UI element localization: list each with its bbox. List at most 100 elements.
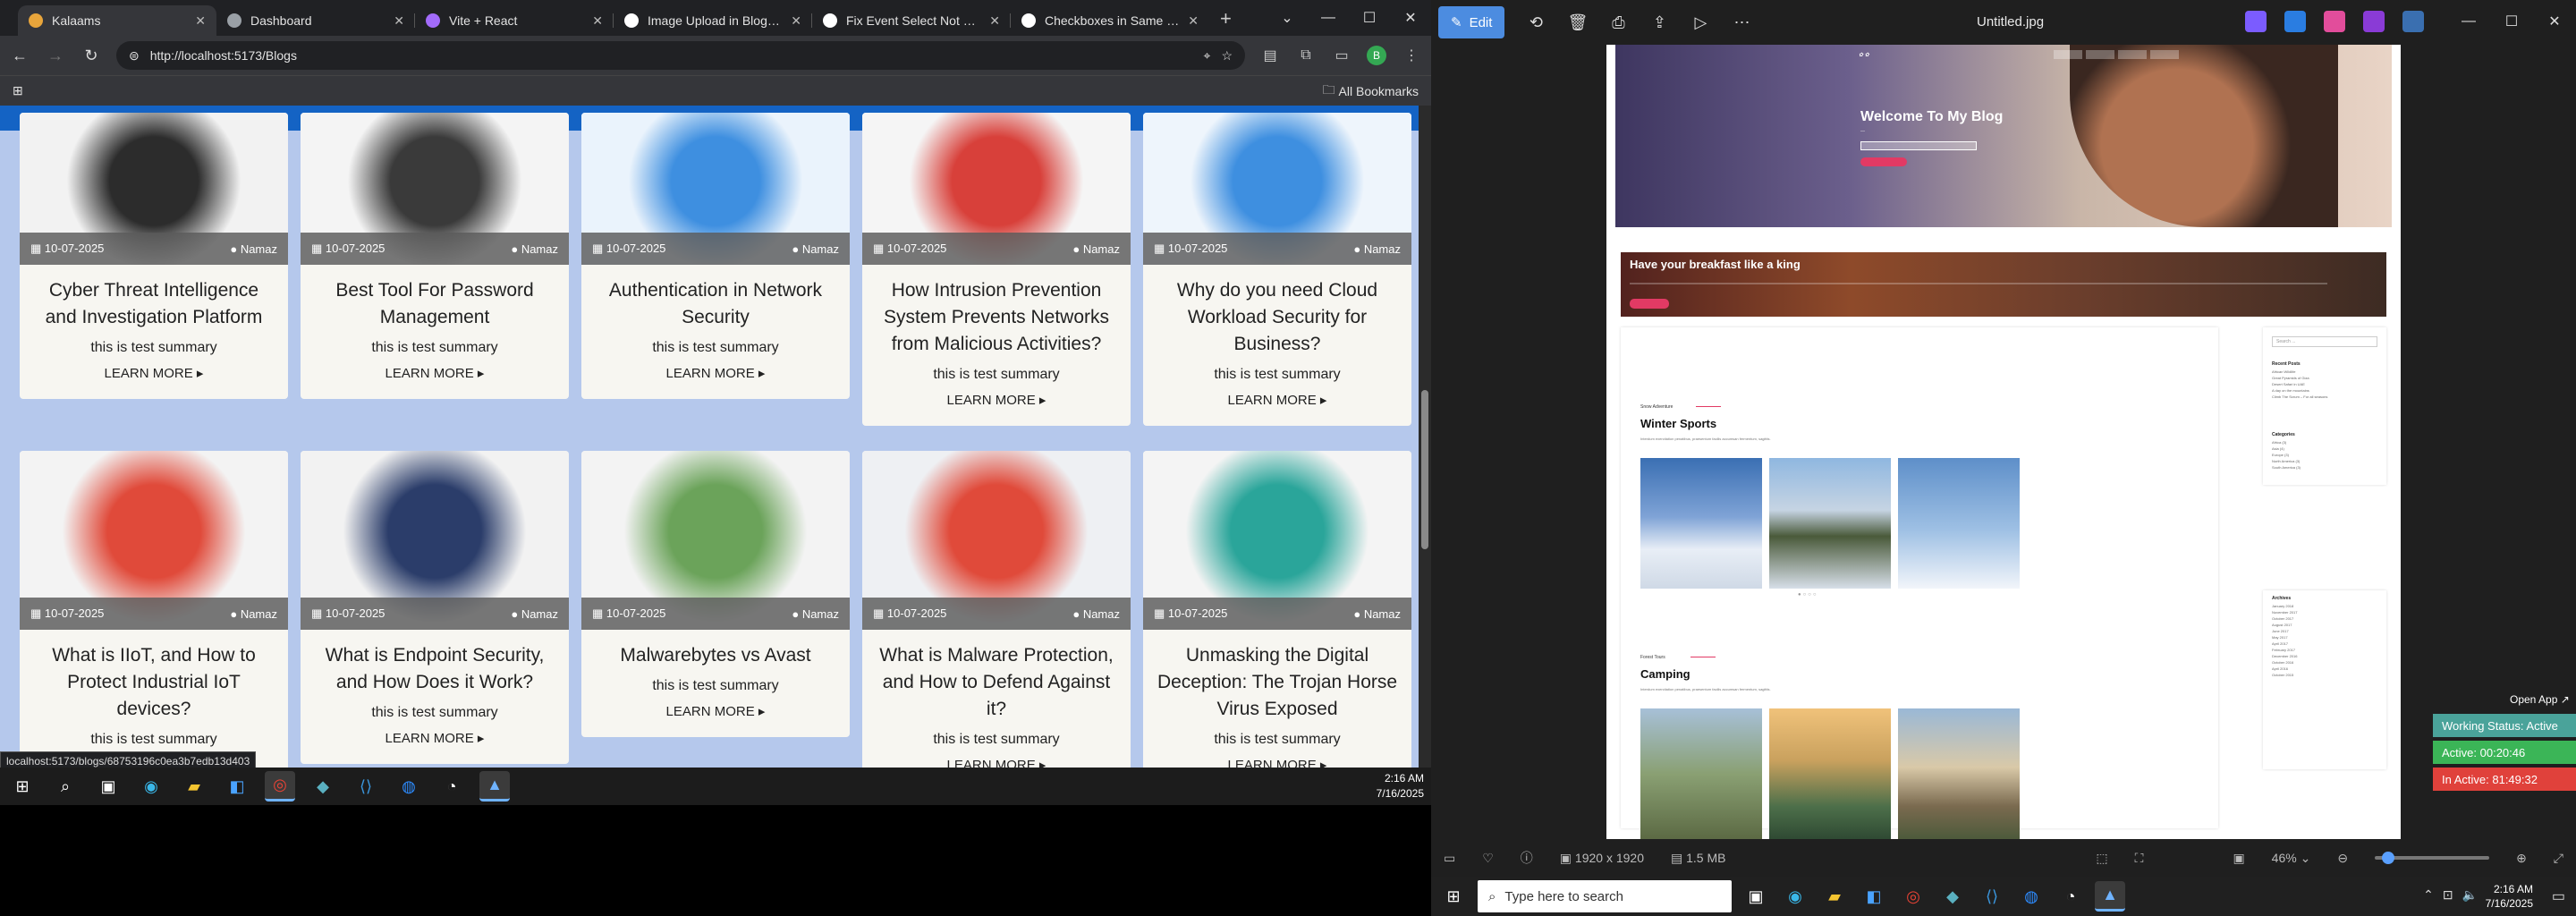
blog-card-title[interactable]: What is Endpoint Security, and How Does … — [301, 642, 569, 696]
photos-app-icon[interactable]: ▲ — [479, 771, 510, 802]
rotate-icon[interactable]: ⟲ — [1526, 13, 1546, 32]
crop-frame-icon[interactable]: ⬚ — [2096, 851, 2107, 866]
bookmark-star-icon[interactable]: ☆ — [1221, 48, 1233, 64]
chrome-icon[interactable]: ◎ — [265, 771, 295, 802]
blog-card[interactable]: ▦ 10-07-2025 ● Namaz Why do you need Cloud… — [1143, 113, 1411, 426]
file-explorer-icon[interactable]: ▰ — [179, 771, 209, 802]
learn-more-link[interactable]: LEARN MORE ▸ — [301, 365, 569, 381]
all-bookmarks-link[interactable]: All Bookmarks — [1339, 84, 1419, 98]
favorite-heart-icon[interactable]: ♡ — [1482, 851, 1494, 866]
windows-start-icon[interactable]: ⊞ — [7, 771, 38, 802]
tab-image-upload[interactable]: Image Upload in Blog Editor✕ — [614, 5, 812, 36]
tab-fix-event[interactable]: Fix Event Select Not Working✕ — [812, 5, 1011, 36]
edge-icon[interactable]: ◉ — [1780, 881, 1810, 912]
close-tab-icon[interactable]: ✕ — [791, 13, 801, 29]
zoom-slider[interactable] — [2375, 852, 2490, 864]
close-tab-icon[interactable]: ✕ — [592, 13, 603, 29]
share-icon[interactable]: ⇪ — [1649, 13, 1669, 32]
actual-size-icon[interactable]: ▣ — [2233, 851, 2244, 866]
clock-app-icon[interactable]: ◔ — [436, 771, 467, 802]
store-icon[interactable]: ◧ — [1859, 881, 1889, 912]
forward-icon[interactable]: → — [45, 47, 66, 65]
designer-icon[interactable] — [2284, 11, 2306, 32]
profile-avatar[interactable]: B — [1367, 46, 1386, 65]
notifications-icon[interactable]: ▭ — [2552, 887, 2565, 905]
taskbar-clock[interactable]: 2:16 AM 7/16/2025 — [1377, 771, 1424, 802]
delete-icon[interactable]: 🗑 — [1567, 13, 1588, 32]
vpn-icon[interactable]: ◆ — [1937, 881, 1968, 912]
sidebar-icon[interactable]: ▭ — [1331, 47, 1352, 64]
new-tab-icon[interactable]: + — [1220, 7, 1232, 30]
close-tab-icon[interactable]: ✕ — [394, 13, 404, 29]
blog-card[interactable]: ▦ 10-07-2025 ● Namaz Best Tool For Passwor… — [301, 113, 569, 399]
tab-vite-react[interactable]: Vite + React ✕ — [415, 5, 614, 36]
zoom-out-icon[interactable]: ⊖ — [2337, 851, 2348, 866]
vscode-icon[interactable]: ⟨⟩ — [351, 771, 381, 802]
close-tab-icon[interactable]: ✕ — [989, 13, 1000, 29]
onedrive-icon[interactable] — [2402, 11, 2424, 32]
fullscreen-icon[interactable]: ⤢ — [2554, 851, 2563, 866]
open-app-link[interactable]: Open App ↗ — [2504, 691, 2575, 708]
zoom-in-icon[interactable]: ⊕ — [2516, 851, 2527, 866]
extensions-puzzle-icon[interactable]: ⧉ — [1295, 47, 1317, 64]
photos-app-icon[interactable]: ▲ — [2095, 881, 2125, 912]
close-window-icon[interactable]: ✕ — [1390, 0, 1431, 36]
blog-card[interactable]: ▦ 10-07-2025 ● Namaz Authentication in Net… — [581, 113, 850, 399]
print-icon[interactable]: ⎙ — [1608, 13, 1628, 32]
zoom-slider-thumb[interactable] — [2382, 852, 2395, 864]
zoom-app-icon[interactable]: ◍ — [2016, 881, 2046, 912]
blog-card-title[interactable]: Unmasking the Digital Deception: The Tro… — [1143, 642, 1411, 723]
extension-icon[interactable]: ▤ — [1259, 47, 1281, 64]
page-scrollbar[interactable] — [1419, 106, 1431, 768]
location-icon[interactable]: ⌖ — [1204, 48, 1211, 64]
photo-editor-icon[interactable] — [2363, 11, 2385, 32]
apps-grid-icon[interactable]: ⊞ — [13, 83, 23, 98]
vpn-icon[interactable]: ◆ — [308, 771, 338, 802]
tab-dashboard[interactable]: Dashboard ✕ — [216, 5, 415, 36]
blog-card-image[interactable]: ▦ 10-07-2025 ● Namaz — [862, 113, 1131, 265]
windows-start-icon[interactable]: ⊞ — [1438, 881, 1469, 912]
tray-chevron-icon[interactable]: ⌃ — [2423, 887, 2434, 903]
blog-card-image[interactable]: ▦ 10-07-2025 ● Namaz — [20, 451, 288, 630]
blog-card-title[interactable]: What is Malware Protection, and How to D… — [862, 642, 1131, 723]
task-view-icon[interactable]: ▣ — [1741, 881, 1771, 912]
minimize-icon[interactable]: — — [2447, 0, 2490, 43]
store-icon[interactable]: ◧ — [222, 771, 252, 802]
maximize-icon[interactable]: ☐ — [2490, 0, 2533, 43]
reload-icon[interactable]: ↻ — [80, 47, 102, 65]
close-window-icon[interactable]: ✕ — [2533, 0, 2576, 43]
learn-more-link[interactable]: LEARN MORE ▸ — [1143, 392, 1411, 408]
blog-card-title[interactable]: Authentication in Network Security — [581, 277, 850, 331]
maximize-icon[interactable]: ☐ — [1349, 0, 1390, 36]
blog-card-image[interactable]: ▦ 10-07-2025 ● Namaz — [301, 451, 569, 630]
menu-kebab-icon[interactable]: ⋮ — [1401, 47, 1422, 64]
blog-card-image[interactable]: ▦ 10-07-2025 ● Namaz — [581, 451, 850, 630]
volume-icon[interactable]: 🔈 — [2462, 887, 2478, 903]
tab-search-icon[interactable]: ⌄ — [1267, 0, 1308, 36]
clock-app-icon[interactable]: ◔ — [2055, 881, 2086, 912]
blog-card-image[interactable]: ▦ 10-07-2025 ● Namaz — [1143, 451, 1411, 630]
blog-card[interactable]: ▦ 10-07-2025 ● Namaz Malwarebytes vs Avast… — [581, 451, 850, 737]
info-icon[interactable]: ⓘ — [1521, 849, 1533, 867]
blog-card-image[interactable]: ▦ 10-07-2025 ● Namaz — [301, 113, 569, 265]
zoom-level-select[interactable]: 46% ⌄ — [2272, 851, 2311, 866]
blog-card-image[interactable]: ▦ 10-07-2025 ● Namaz — [581, 113, 850, 265]
learn-more-link[interactable]: LEARN MORE ▸ — [581, 703, 850, 719]
close-tab-icon[interactable]: ✕ — [1188, 13, 1199, 29]
blog-card-image[interactable]: ▦ 10-07-2025 ● Namaz — [862, 451, 1131, 630]
blog-card[interactable]: ▦ 10-07-2025 ● Namaz What is Malware Prote… — [862, 451, 1131, 768]
site-info-icon[interactable]: ⊜ — [129, 48, 140, 64]
task-view-icon[interactable]: ▣ — [93, 771, 123, 802]
blog-card-title[interactable]: Why do you need Cloud Workload Security … — [1143, 277, 1411, 358]
blog-card[interactable]: ▦ 10-07-2025 ● Namaz What is IIoT, and How… — [20, 451, 288, 768]
learn-more-link[interactable]: LEARN MORE ▸ — [862, 757, 1131, 768]
scrollbar-thumb[interactable] — [1421, 390, 1428, 549]
more-options-icon[interactable]: ⋯ — [1732, 13, 1751, 32]
blog-card-title[interactable]: Best Tool For Password Management — [301, 277, 569, 331]
minimize-icon[interactable]: — — [1308, 0, 1349, 36]
filmstrip-icon[interactable]: ▭ — [1444, 851, 1455, 866]
learn-more-link[interactable]: LEARN MORE ▸ — [301, 730, 569, 746]
clipchamp-icon[interactable] — [2324, 11, 2345, 32]
learn-more-link[interactable]: LEARN MORE ▸ — [581, 365, 850, 381]
blog-card-title[interactable]: Malwarebytes vs Avast — [581, 642, 850, 669]
